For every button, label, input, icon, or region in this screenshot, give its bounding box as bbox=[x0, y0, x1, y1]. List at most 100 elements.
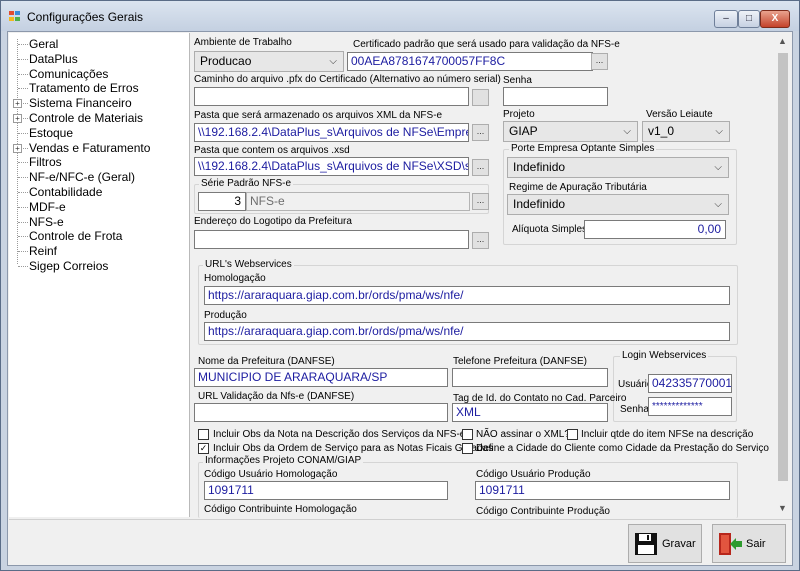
cidade-cliente-label: Define a Cidade do Cliente como Cidade d… bbox=[476, 443, 769, 454]
tree-connector bbox=[18, 192, 28, 193]
projeto-label: Projeto bbox=[503, 109, 535, 120]
exit-door-icon bbox=[719, 533, 742, 555]
sair-button[interactable]: Sair bbox=[712, 524, 786, 563]
tag-contato-input[interactable]: XML bbox=[452, 403, 608, 422]
serie-browse-button[interactable]: ... bbox=[472, 193, 489, 210]
versao-value: v1_0 bbox=[648, 124, 675, 138]
usuario-homolog-input[interactable]: 1091711 bbox=[204, 481, 448, 500]
contrib-homolog-label: Código Contribuinte Homologação bbox=[204, 504, 357, 515]
login-title: Login Webservices bbox=[620, 350, 709, 361]
config-window: Configurações Gerais – □ X Geral DataPlus… bbox=[0, 0, 800, 571]
url-validacao-input[interactable] bbox=[194, 403, 448, 422]
regime-value: Indefinido bbox=[513, 197, 566, 211]
expand-plus-icon[interactable]: + bbox=[13, 99, 22, 109]
logotipo-input[interactable] bbox=[194, 230, 469, 249]
ambiente-select[interactable]: Producao ⌵ bbox=[194, 51, 344, 72]
scrollbar-thumb[interactable] bbox=[778, 53, 788, 481]
tree-item[interactable]: NF-e/NFC-e (Geral) bbox=[29, 170, 135, 184]
gravar-label: Gravar bbox=[662, 538, 696, 550]
regime-select[interactable]: Indefinido ⌵ bbox=[507, 194, 729, 215]
logotipo-label: Endereço do Logotipo da Prefeitura bbox=[194, 216, 352, 227]
contrib-prod-label: Código Contribuinte Produção bbox=[476, 506, 610, 517]
pasta-xml-input[interactable]: \\192.168.2.4\DataPlus_s\Arquivos de NFS… bbox=[194, 123, 469, 142]
telefone-input[interactable] bbox=[452, 368, 608, 387]
incluir-qtde-checkbox[interactable] bbox=[567, 429, 578, 440]
aliquota-input[interactable]: 0,00 bbox=[584, 220, 726, 239]
conam-title: Informações Projeto CONAM/GIAP bbox=[203, 455, 364, 466]
certificado-label: Certificado padrão que será usado para v… bbox=[353, 39, 620, 50]
tree-item[interactable]: Geral bbox=[29, 37, 58, 51]
gravar-button[interactable]: Gravar bbox=[628, 524, 702, 563]
caminho-pfx-browse-button[interactable] bbox=[472, 89, 489, 106]
tree-connector bbox=[18, 266, 28, 267]
serie-number-input[interactable]: 3 bbox=[198, 192, 246, 211]
tree-item[interactable]: Sigep Correios bbox=[29, 259, 108, 273]
webservices-title: URL's Webservices bbox=[203, 259, 294, 270]
certificado-browse-button[interactable]: ... bbox=[591, 53, 608, 70]
tree-connector bbox=[18, 88, 28, 90]
tree-item[interactable]: Comunicações bbox=[29, 67, 108, 81]
tree-item[interactable]: Contabilidade bbox=[29, 185, 102, 199]
tree-item[interactable]: NFS-e bbox=[29, 215, 64, 229]
tree-item[interactable]: Filtros bbox=[29, 155, 62, 169]
certificado-input[interactable]: 00AEA8781674700057FF8C bbox=[347, 52, 593, 71]
serie-label: Série Padrão NFS-e bbox=[199, 178, 294, 189]
aliquota-label: Alíquota Simples: bbox=[512, 224, 590, 235]
tree-item[interactable]: Controle de Materiais bbox=[29, 111, 143, 125]
expand-plus-icon[interactable]: + bbox=[13, 143, 22, 153]
cidade-cliente-checkbox[interactable] bbox=[462, 443, 473, 454]
chevron-up-icon[interactable]: ▲ bbox=[778, 36, 787, 46]
tree-item[interactable]: Tratamento de Erros bbox=[29, 81, 139, 95]
expand-plus-icon[interactable]: + bbox=[13, 114, 22, 123]
usuario-homolog-label: Código Usuário Homologação bbox=[204, 469, 338, 480]
close-button[interactable]: X bbox=[760, 10, 790, 28]
caminho-pfx-input[interactable] bbox=[194, 87, 469, 106]
chevron-down-icon: ⌵ bbox=[715, 126, 723, 137]
versao-select[interactable]: v1_0 ⌵ bbox=[642, 121, 730, 142]
obs-os-checkbox[interactable]: ✓ bbox=[198, 443, 209, 454]
telefone-label: Telefone Prefeitura (DANFSE) bbox=[453, 356, 587, 367]
tree-connector bbox=[18, 221, 28, 223]
chevron-down-icon: ⌵ bbox=[714, 199, 722, 210]
tree-item[interactable]: DataPlus bbox=[29, 52, 78, 66]
porte-select[interactable]: Indefinido ⌵ bbox=[507, 157, 729, 178]
chevron-down-icon: ⌵ bbox=[623, 126, 631, 137]
tree-connector bbox=[18, 44, 28, 45]
projeto-select[interactable]: GIAP ⌵ bbox=[503, 121, 638, 142]
tree-item[interactable]: Controle de Frota bbox=[29, 229, 122, 243]
versao-label: Versão Leiaute bbox=[646, 109, 713, 120]
client-area: Geral DataPlus Comunicações Tratamento de E… bbox=[7, 31, 793, 566]
producao-url-input[interactable]: https://araraquara.giap.com.br/ords/pma/… bbox=[204, 322, 730, 341]
pasta-xsd-label: Pasta que contem os arquivos .xsd bbox=[194, 145, 350, 156]
nao-assinar-checkbox[interactable] bbox=[462, 429, 473, 440]
homologacao-url-input[interactable]: https://araraquara.giap.com.br/ords/pma/… bbox=[204, 286, 730, 305]
tree-connector bbox=[18, 251, 28, 253]
chevron-down-icon[interactable]: ▼ bbox=[778, 503, 787, 513]
maximize-button[interactable]: □ bbox=[738, 10, 760, 28]
tree-item[interactable]: Reinf bbox=[29, 244, 57, 258]
pasta-xsd-browse-button[interactable]: ... bbox=[472, 159, 489, 176]
obs-nota-label: Incluir Obs da Nota na Descrição dos Ser… bbox=[213, 429, 466, 440]
vertical-scrollbar[interactable]: ▲ ▼ bbox=[774, 33, 792, 517]
logotipo-browse-button[interactable]: ... bbox=[472, 232, 489, 249]
minimize-button[interactable]: – bbox=[714, 10, 738, 28]
usuario-input[interactable]: 0423357700010 bbox=[648, 374, 732, 393]
nao-assinar-label: NÃO assinar o XML? bbox=[476, 429, 570, 440]
chevron-down-icon: ⌵ bbox=[714, 162, 722, 173]
login-senha-input[interactable]: ************* bbox=[648, 397, 732, 416]
incluir-qtde-label: Incluir qtde do item NFSe na descrição bbox=[581, 429, 754, 440]
nome-prefeitura-input[interactable]: MUNICIPIO DE ARARAQUARA/SP bbox=[194, 368, 448, 387]
app-icon bbox=[9, 11, 21, 22]
tree-connector bbox=[18, 206, 28, 208]
pasta-xsd-input[interactable]: \\192.168.2.4\DataPlus_s\Arquivos de NFS… bbox=[194, 157, 469, 176]
tree-item[interactable]: MDF-e bbox=[29, 200, 66, 214]
obs-nota-checkbox[interactable] bbox=[198, 429, 209, 440]
tree-item[interactable]: Vendas e Faturamento bbox=[29, 141, 150, 155]
ambiente-label: Ambiente de Trabalho bbox=[194, 37, 292, 48]
tree-item[interactable]: Estoque bbox=[29, 126, 73, 140]
settings-tree: Geral DataPlus Comunicações Tratamento de E… bbox=[9, 33, 190, 517]
senha-input[interactable] bbox=[503, 87, 608, 106]
tree-item[interactable]: Sistema Financeiro bbox=[29, 96, 132, 110]
pasta-xml-browse-button[interactable]: ... bbox=[472, 124, 489, 141]
usuario-prod-input[interactable]: 1091711 bbox=[475, 481, 730, 500]
